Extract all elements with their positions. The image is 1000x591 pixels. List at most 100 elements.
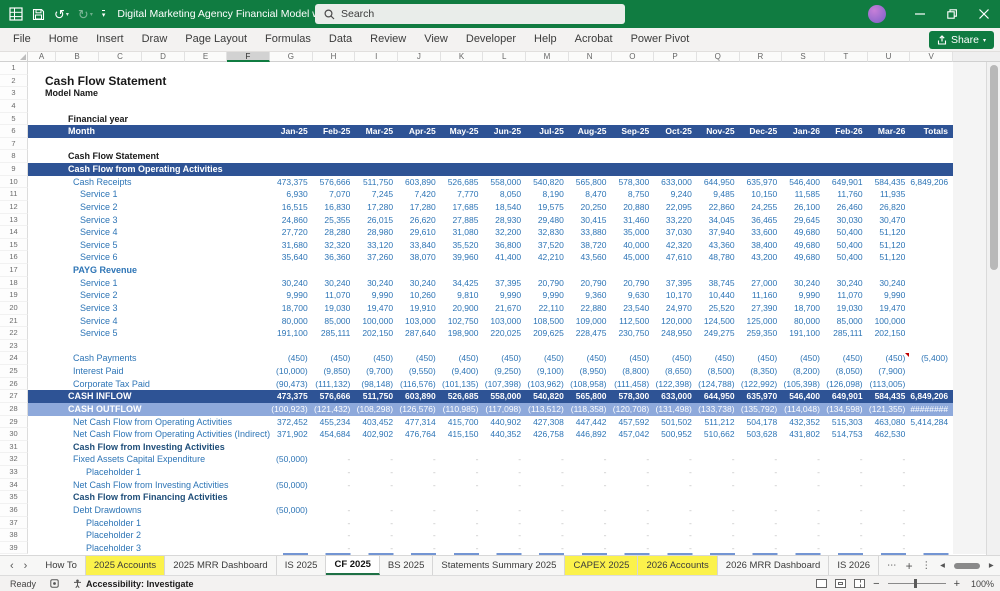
cell-R10[interactable]: 635,970	[740, 176, 783, 189]
cell-M27[interactable]: 540,820	[526, 390, 569, 403]
label-22[interactable]: Service 5	[28, 327, 270, 340]
cell-T19[interactable]: 11,070	[825, 289, 868, 302]
cell-P15[interactable]: 42,320	[654, 239, 697, 252]
cell-T37[interactable]: -	[825, 517, 868, 530]
cell-I24[interactable]: (450)	[355, 352, 398, 365]
row-header-33[interactable]: 33	[0, 466, 28, 479]
cell-T34[interactable]: -	[825, 479, 868, 492]
column-header-B[interactable]: B	[56, 52, 99, 62]
row-header-22[interactable]: 22	[0, 327, 28, 340]
cell-I10[interactable]: 511,750	[355, 176, 398, 189]
cell-V38[interactable]	[910, 529, 953, 542]
cell-L37[interactable]: -	[483, 517, 526, 530]
cell-Q38[interactable]: -	[697, 529, 740, 542]
column-header-N[interactable]: N	[568, 52, 612, 62]
cell-H21[interactable]: 85,000	[313, 315, 356, 328]
ribbon-tab-view[interactable]: View	[415, 28, 457, 51]
cell-Q20[interactable]: 25,520	[697, 302, 740, 315]
cell-J21[interactable]: 103,000	[398, 315, 441, 328]
cell-G36[interactable]: (50,000)	[270, 504, 313, 517]
restore-button[interactable]	[936, 0, 968, 28]
cell-P38[interactable]: -	[654, 529, 697, 542]
column-header-A[interactable]: A	[28, 52, 56, 62]
cell-H24[interactable]: (450)	[313, 352, 356, 365]
cell-G12[interactable]: 16,515	[270, 201, 313, 214]
cell-S27[interactable]: 546,400	[782, 390, 825, 403]
cell-S18[interactable]: 30,240	[782, 277, 825, 290]
cell-T32[interactable]: -	[825, 453, 868, 466]
column-header-K[interactable]: K	[440, 52, 484, 62]
cell-K6[interactable]: May-25	[441, 125, 484, 138]
minimize-button[interactable]	[904, 0, 936, 28]
cell-I13[interactable]: 26,015	[355, 214, 398, 227]
cell-O19[interactable]: 9,630	[612, 289, 655, 302]
cell-I16[interactable]: 37,260	[355, 251, 398, 264]
cell-L16[interactable]: 41,400	[483, 251, 526, 264]
cell-Q15[interactable]: 43,360	[697, 239, 740, 252]
cell-R13[interactable]: 36,465	[740, 214, 783, 227]
cell-V19[interactable]	[910, 289, 953, 302]
cell-O22[interactable]: 230,750	[612, 327, 655, 340]
cell-J6[interactable]: Apr-25	[398, 125, 441, 138]
cell-V27[interactable]: 6,849,206	[910, 390, 953, 403]
ribbon-tab-acrobat[interactable]: Acrobat	[566, 28, 622, 51]
ribbon-tab-draw[interactable]: Draw	[133, 28, 177, 51]
cell-U11[interactable]: 11,935	[868, 188, 911, 201]
cell-Q36[interactable]: -	[697, 504, 740, 517]
cell-R28[interactable]: (135,792)	[740, 403, 783, 416]
column-header-C[interactable]: C	[99, 52, 142, 62]
cell-U32[interactable]: -	[868, 453, 911, 466]
cell-J26[interactable]: (116,576)	[398, 378, 441, 391]
cell-P10[interactable]: 633,000	[654, 176, 697, 189]
label-16[interactable]: Service 6	[28, 251, 270, 264]
cell-N36[interactable]: -	[569, 504, 612, 517]
view-page-break-icon[interactable]	[854, 579, 866, 588]
label-24[interactable]: Cash Payments	[28, 352, 270, 365]
column-header-J[interactable]: J	[398, 52, 441, 62]
cell-O34[interactable]: -	[612, 479, 655, 492]
accessibility-checker[interactable]: Accessibility: Investigate	[73, 579, 194, 589]
cell-V21[interactable]	[910, 315, 953, 328]
cell-T29[interactable]: 515,303	[825, 416, 868, 429]
cell-K25[interactable]: (9,400)	[441, 365, 484, 378]
cell-R18[interactable]: 27,000	[740, 277, 783, 290]
cell-G32[interactable]: (50,000)	[270, 453, 313, 466]
cell-J32[interactable]: -	[398, 453, 441, 466]
cell-K15[interactable]: 35,520	[441, 239, 484, 252]
cell-L18[interactable]: 37,395	[483, 277, 526, 290]
ribbon-tab-page-layout[interactable]: Page Layout	[176, 28, 256, 51]
cell-U22[interactable]: 202,150	[868, 327, 911, 340]
cell-K30[interactable]: 415,150	[441, 428, 484, 441]
cell-N27[interactable]: 565,800	[569, 390, 612, 403]
cell-S11[interactable]: 11,585	[782, 188, 825, 201]
cell-H36[interactable]: -	[313, 504, 356, 517]
cell-Q27[interactable]: 644,950	[697, 390, 740, 403]
row-header-1[interactable]: 1	[0, 62, 28, 75]
cell-S10[interactable]: 546,400	[782, 176, 825, 189]
cell-Q29[interactable]: 511,212	[697, 416, 740, 429]
cell-L29[interactable]: 440,902	[483, 416, 526, 429]
cell-G16[interactable]: 35,640	[270, 251, 313, 264]
cell-Q24[interactable]: (450)	[697, 352, 740, 365]
cell-S32[interactable]: -	[782, 453, 825, 466]
cell-M11[interactable]: 8,190	[526, 188, 569, 201]
cell-L21[interactable]: 103,000	[483, 315, 526, 328]
cell-H38[interactable]: -	[313, 529, 356, 542]
hscroll-left-icon[interactable]: ◂	[940, 560, 945, 571]
row-header-11[interactable]: 11	[0, 188, 28, 201]
row-header-13[interactable]: 13	[0, 213, 28, 227]
row-header-28[interactable]: 28	[0, 402, 28, 416]
cell-K33[interactable]: -	[441, 466, 484, 479]
cell-H16[interactable]: 36,360	[313, 251, 356, 264]
cell-T27[interactable]: 649,901	[825, 390, 868, 403]
cell-P33[interactable]: -	[654, 466, 697, 479]
cell-H30[interactable]: 454,684	[313, 428, 356, 441]
cell-I6[interactable]: Mar-25	[355, 125, 398, 138]
column-header-P[interactable]: P	[654, 52, 697, 62]
cell-R6[interactable]: Dec-25	[740, 125, 783, 138]
cell-M15[interactable]: 37,520	[526, 239, 569, 252]
cell-P27[interactable]: 633,000	[654, 390, 697, 403]
cell-K21[interactable]: 102,750	[441, 315, 484, 328]
cell-V14[interactable]	[910, 226, 953, 239]
cell-Q30[interactable]: 510,662	[697, 428, 740, 441]
